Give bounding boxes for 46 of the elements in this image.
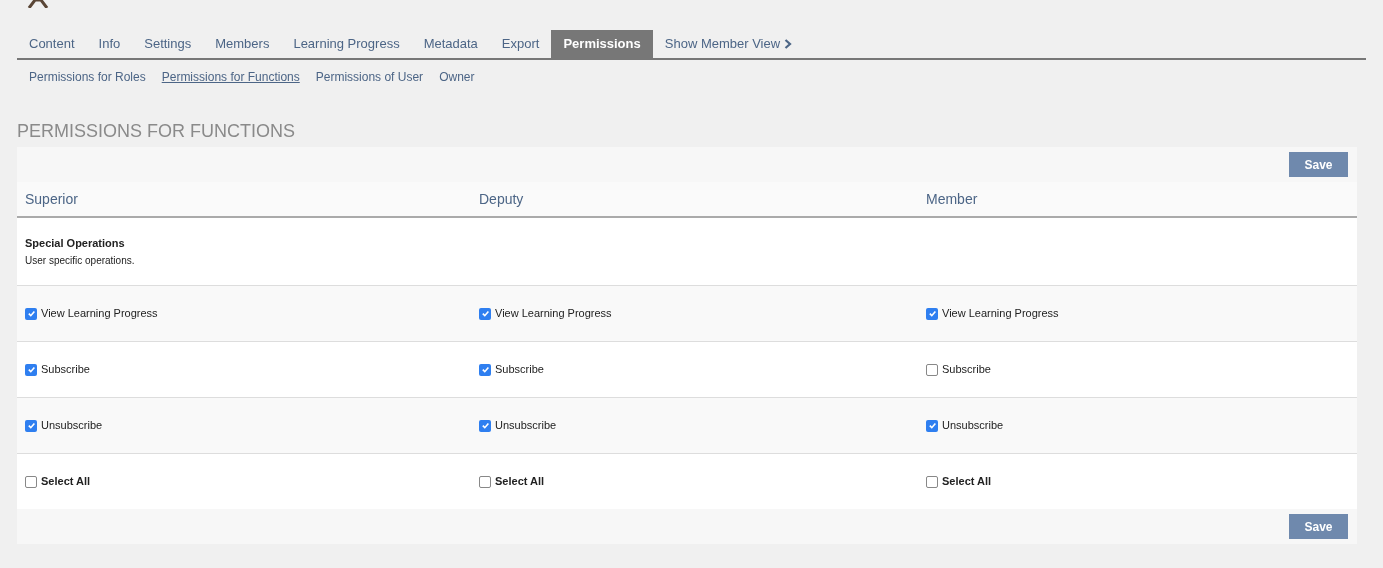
checkbox[interactable]: [926, 363, 938, 376]
tab[interactable]: Export: [489, 30, 552, 58]
checkbox-label: Select All: [41, 474, 91, 490]
checkbox-label: View Learning Progress: [942, 306, 1059, 322]
checkbox[interactable]: [25, 475, 37, 488]
checkbox-label: Subscribe: [41, 362, 90, 378]
page-heading: PERMISSIONS FOR FUNCTIONS: [17, 120, 296, 143]
checkbox[interactable]: [926, 307, 938, 320]
tab[interactable]: Info: [86, 30, 133, 58]
section-description: User specific operations.: [25, 254, 136, 269]
checkbox-label: View Learning Progress: [495, 306, 612, 322]
tab[interactable]: Content: [17, 30, 87, 58]
tab[interactable]: Learning Progress: [281, 30, 412, 58]
checkbox-label: Subscribe: [942, 362, 991, 378]
checkbox[interactable]: [25, 307, 37, 320]
checkbox[interactable]: [479, 419, 491, 432]
checkbox-label: Select All: [942, 474, 992, 490]
tab[interactable]: Metadata: [411, 30, 490, 58]
checkbox-label: Unsubscribe: [41, 418, 103, 434]
checkbox[interactable]: [479, 475, 491, 488]
checkbox-label: Unsubscribe: [942, 418, 1004, 434]
tab[interactable]: Settings: [132, 30, 204, 58]
checkbox[interactable]: [479, 363, 491, 376]
checkbox[interactable]: [479, 307, 491, 320]
checkbox[interactable]: [926, 419, 938, 432]
tab[interactable]: Members: [203, 30, 282, 58]
save-button[interactable]: Save: [1289, 514, 1348, 539]
chevron-right-icon: [784, 39, 793, 49]
tab[interactable]: Permissions: [551, 30, 653, 58]
subtab-link[interactable]: Permissions for Roles: [29, 68, 146, 86]
column-header: Deputy: [478, 189, 525, 209]
save-button[interactable]: Save: [1289, 152, 1348, 177]
section-title: Special Operations: [25, 235, 126, 251]
checkbox-label: Subscribe: [495, 362, 544, 378]
column-header: Member: [925, 189, 979, 209]
checkbox[interactable]: [25, 419, 37, 432]
checkbox[interactable]: [926, 475, 938, 488]
tab[interactable]: Show Member View: [652, 30, 805, 58]
subtab-link[interactable]: Permissions for Functions: [161, 68, 300, 86]
checkbox[interactable]: [25, 363, 37, 376]
checkbox-label: View Learning Progress: [41, 306, 158, 322]
column-header: Superior: [24, 189, 79, 209]
checkbox-label: Select All: [495, 474, 545, 490]
subtab-link[interactable]: Owner: [439, 68, 475, 86]
checkbox-label: Unsubscribe: [495, 418, 557, 434]
subtab-link[interactable]: Permissions of User: [315, 68, 424, 86]
